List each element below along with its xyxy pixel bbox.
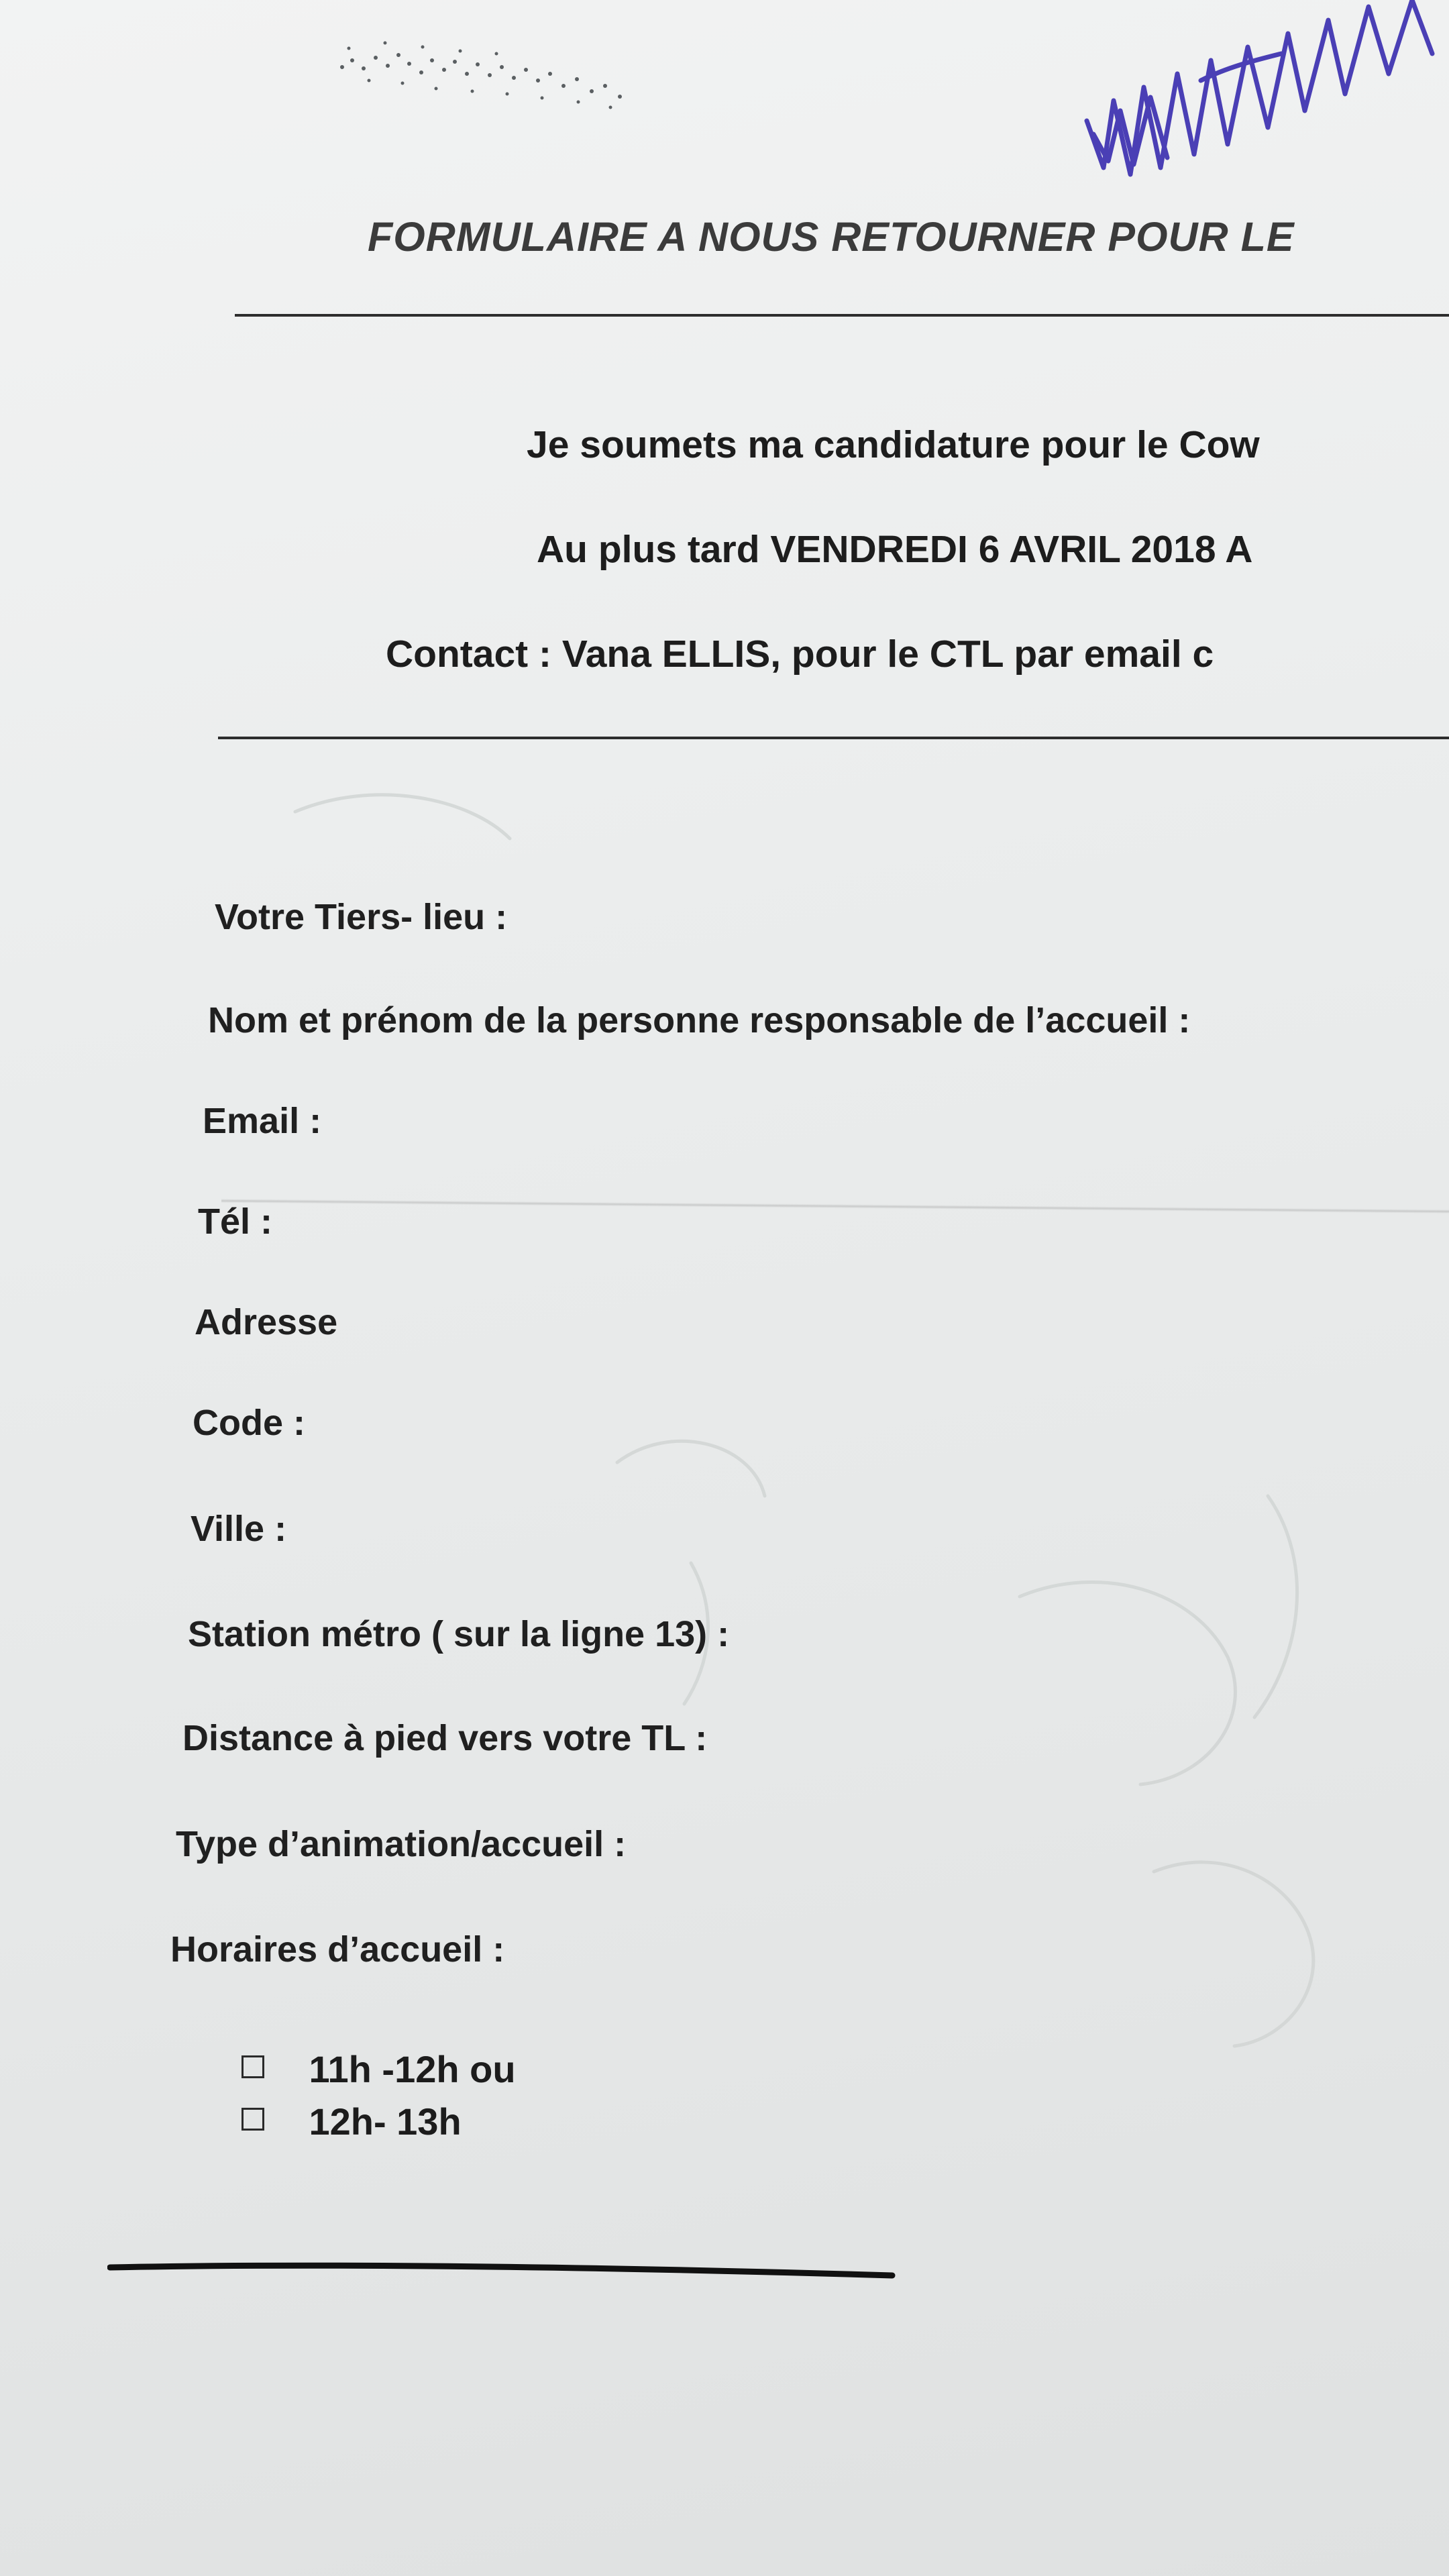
checkbox-icon[interactable] bbox=[241, 2055, 264, 2078]
field-label-code: Code : bbox=[193, 1403, 305, 1443]
intro-line-candidature: Je soumets ma candidature pour le Cow bbox=[527, 423, 1260, 466]
intro-line-contact: Contact : Vana ELLIS, pour le CTL par em… bbox=[386, 633, 1214, 676]
header-rule bbox=[235, 314, 1449, 317]
option-11h-12h[interactable]: 11h -12h ou bbox=[241, 2047, 516, 2091]
faint-pencil-marks bbox=[293, 793, 1316, 2048]
form-header-title: FORMULAIRE A NOUS RETOURNER POUR LE bbox=[368, 214, 1295, 260]
field-label-type-animation: Type d’animation/accueil : bbox=[176, 1824, 627, 1864]
field-label-distance: Distance à pied vers votre TL : bbox=[182, 1718, 708, 1758]
checkbox-icon[interactable] bbox=[241, 2107, 264, 2131]
field-label-responsable: Nom et prénom de la personne responsable… bbox=[208, 1000, 1191, 1040]
field-label-tel: Tél : bbox=[198, 1201, 273, 1242]
scanned-form-page: FORMULAIRE A NOUS RETOURNER POUR LE Je s… bbox=[0, 0, 1449, 2576]
field-label-horaires: Horaires d’accueil : bbox=[170, 1929, 505, 1970]
option-12h-13h[interactable]: 12h- 13h bbox=[241, 2100, 462, 2143]
option-label: 12h- 13h bbox=[309, 2100, 462, 2143]
intro-line-deadline: Au plus tard VENDREDI 6 AVRIL 2018 A bbox=[537, 528, 1253, 571]
field-label-station-metro: Station métro ( sur la ligne 13) : bbox=[188, 1614, 730, 1654]
field-label-tiers-lieu: Votre Tiers- lieu : bbox=[215, 897, 508, 937]
field-label-ville: Ville : bbox=[191, 1509, 287, 1549]
option-label: 11h -12h ou bbox=[309, 2048, 516, 2090]
intro-rule bbox=[218, 737, 1449, 739]
stamp-dot-pattern bbox=[340, 41, 622, 109]
field-label-email: Email : bbox=[203, 1101, 322, 1141]
field-label-adresse: Adresse bbox=[195, 1302, 338, 1342]
bottom-handdrawn-rule bbox=[107, 2262, 896, 2279]
handwritten-signature bbox=[1084, 0, 1435, 177]
paper-fold-crease bbox=[221, 1199, 1449, 1214]
